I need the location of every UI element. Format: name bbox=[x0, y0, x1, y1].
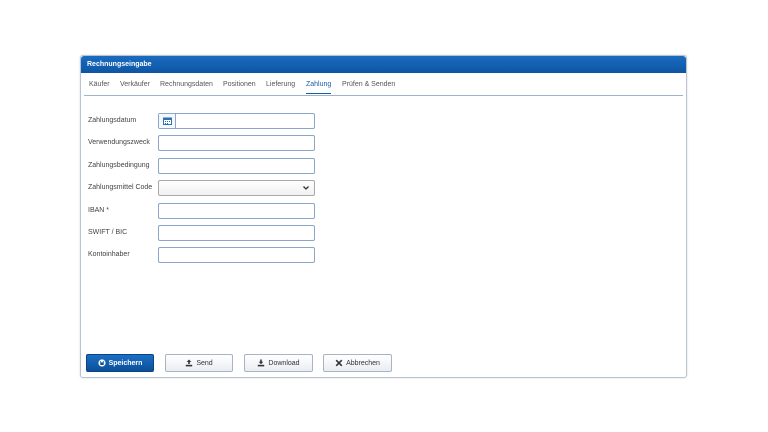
dialog-title: Rechnungseingabe bbox=[81, 56, 686, 73]
tab-verkaeufer[interactable]: Verkäufer bbox=[120, 81, 150, 88]
payment-means-select[interactable] bbox=[158, 180, 315, 196]
upload-icon bbox=[185, 359, 193, 367]
purpose-input[interactable] bbox=[158, 135, 315, 151]
save-button-label: Speichern bbox=[108, 359, 143, 367]
send-button[interactable]: Send bbox=[165, 354, 233, 372]
tab-kaeufer[interactable]: Käufer bbox=[89, 81, 110, 88]
swift-bic-input[interactable] bbox=[158, 225, 315, 241]
chevron-down-icon bbox=[303, 186, 309, 190]
payment-means-row: Zahlungsmittel Code bbox=[88, 180, 388, 196]
save-icon bbox=[97, 359, 106, 367]
tab-zahlung[interactable]: Zahlung bbox=[306, 81, 332, 94]
payment-terms-row: Zahlungsbedingung bbox=[88, 158, 388, 174]
iban-row: IBAN * bbox=[88, 203, 388, 219]
payment-terms-input[interactable] bbox=[158, 158, 315, 174]
tab-lieferung[interactable]: Lieferung bbox=[266, 81, 295, 88]
download-button[interactable]: Download bbox=[244, 354, 313, 372]
payment-terms-label: Zahlungsbedingung bbox=[88, 162, 150, 169]
tab-rechnungsdaten[interactable]: Rechnungsdaten bbox=[160, 81, 213, 88]
payment-date-row: Zahlungsdatum bbox=[88, 113, 388, 129]
swift-bic-row: SWIFT / BIC bbox=[88, 225, 388, 241]
tab-pruefen-senden[interactable]: Prüfen & Senden bbox=[342, 81, 395, 88]
cancel-button[interactable]: Abbrechen bbox=[323, 354, 392, 372]
payment-date-input[interactable] bbox=[177, 114, 314, 128]
purpose-row: Verwendungszweck bbox=[88, 135, 388, 151]
invoice-entry-dialog: Rechnungseingabe Käufer Verkäufer Rechnu… bbox=[80, 55, 687, 378]
save-button[interactable]: Speichern bbox=[86, 354, 154, 372]
account-holder-input[interactable] bbox=[158, 247, 315, 263]
close-icon bbox=[335, 359, 343, 367]
payment-date-label: Zahlungsdatum bbox=[88, 117, 137, 124]
calendar-icon bbox=[162, 117, 172, 125]
account-holder-label: Kontoinhaber bbox=[88, 251, 130, 258]
tab-positionen[interactable]: Positionen bbox=[223, 81, 256, 88]
swift-bic-label: SWIFT / BIC bbox=[88, 229, 128, 236]
download-icon bbox=[257, 359, 265, 367]
tab-bar: Käufer Verkäufer Rechnungsdaten Position… bbox=[84, 73, 683, 96]
send-button-label: Send bbox=[196, 359, 213, 367]
cancel-button-label: Abbrechen bbox=[346, 359, 380, 367]
purpose-label: Verwendungszweck bbox=[88, 139, 150, 146]
download-button-label: Download bbox=[268, 359, 300, 367]
payment-means-label: Zahlungsmittel Code bbox=[88, 184, 153, 191]
iban-label: IBAN * bbox=[88, 207, 110, 214]
payment-date-field bbox=[158, 113, 315, 129]
iban-input[interactable] bbox=[158, 203, 315, 219]
account-holder-row: Kontoinhaber bbox=[88, 247, 388, 263]
calendar-button[interactable] bbox=[159, 114, 176, 128]
